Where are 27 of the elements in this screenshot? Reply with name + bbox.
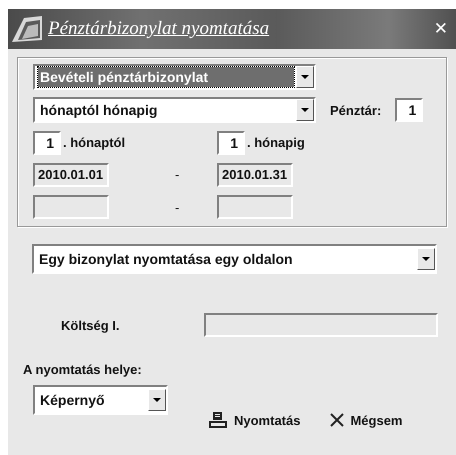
book-icon xyxy=(10,14,44,44)
print-button[interactable]: Nyomtatás xyxy=(208,411,300,429)
dropdown-arrow-icon xyxy=(301,108,309,112)
window-title: Pénztárbizonylat nyomtatása xyxy=(48,18,270,40)
dropdown-arrow-icon xyxy=(153,398,161,402)
dropdown-arrow-icon xyxy=(422,257,430,261)
date-separator: - xyxy=(175,200,180,215)
cash-desk-label: Pénztár: xyxy=(330,102,382,118)
cost-label: Költség I. xyxy=(60,318,121,332)
date-to-field: 2010.01.31 xyxy=(217,162,293,187)
month-from-field[interactable]: 1 xyxy=(33,130,61,155)
period-dropdown[interactable]: hónaptól hónapig xyxy=(33,97,316,123)
close-icon xyxy=(330,413,344,427)
printer-icon xyxy=(208,411,228,429)
dropdown-arrow-icon xyxy=(301,75,309,79)
document-type-dropdown[interactable]: Bevételi pénztárbizonylat xyxy=(33,64,316,90)
destination-dropdown[interactable]: Képernyő xyxy=(33,385,168,415)
month-to-field[interactable]: 1 xyxy=(217,130,245,155)
cash-desk-field[interactable]: 1 xyxy=(395,98,424,122)
print-layout-dropdown[interactable]: Egy bizonylat nyomtatása egy oldalon xyxy=(32,244,437,274)
destination-label: A nyomtatás helye: xyxy=(23,362,143,377)
close-button[interactable]: ✕ xyxy=(432,19,450,39)
month-from-label: . hónaptól xyxy=(63,135,126,150)
date-separator: - xyxy=(175,167,180,182)
month-to-label: . hónapig xyxy=(247,135,305,150)
date-from-field: 2010.01.01 xyxy=(33,162,109,187)
cancel-button[interactable]: Mégsem xyxy=(330,411,402,429)
